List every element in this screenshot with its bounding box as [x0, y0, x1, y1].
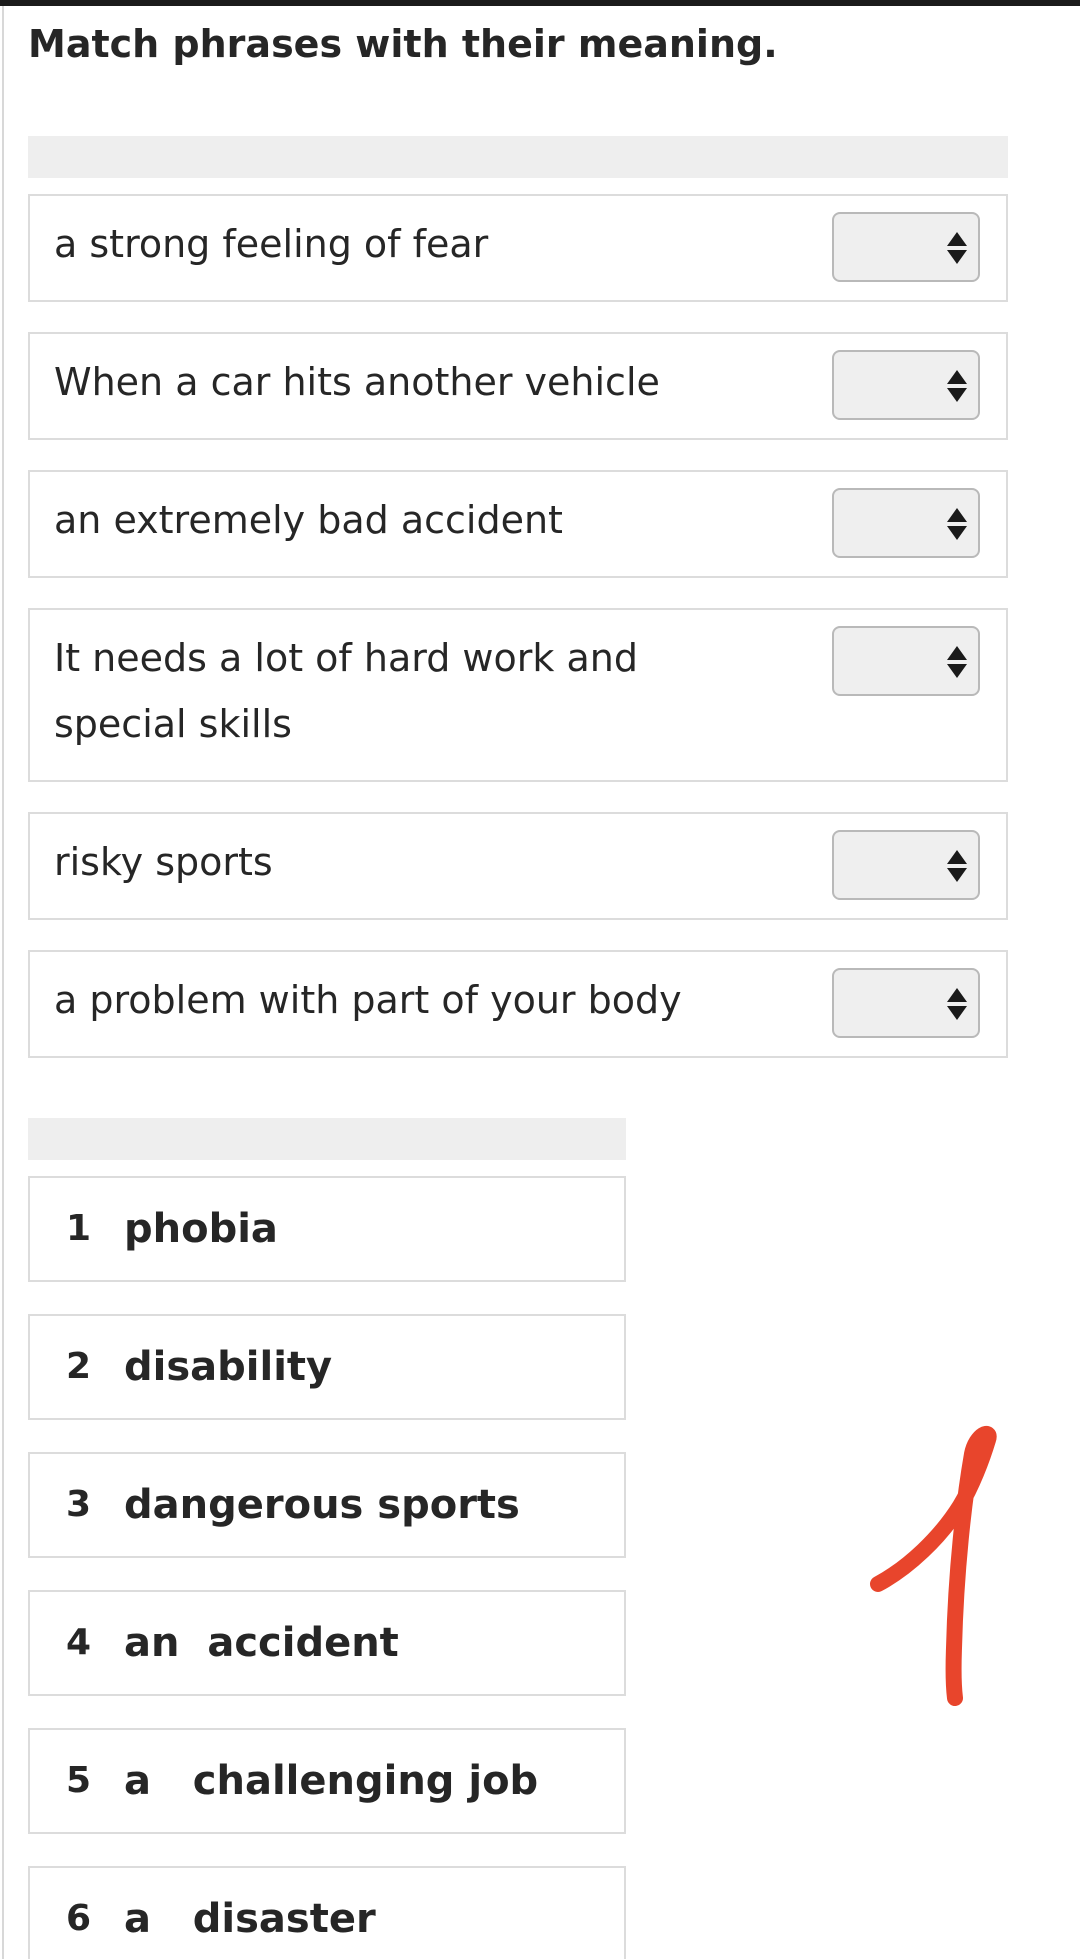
- definition-text: risky sports: [54, 840, 273, 884]
- term-number: 6: [66, 1898, 92, 1939]
- term-text: dangerous sports: [124, 1482, 520, 1528]
- term-item-5[interactable]: 5 a challenging job: [28, 1728, 626, 1834]
- definition-row-5: risky sports: [28, 812, 1008, 920]
- term-text: an accident: [124, 1620, 399, 1666]
- answer-select-6[interactable]: [832, 968, 980, 1038]
- term-number: 3: [66, 1484, 92, 1525]
- definition-row-2: When a car hits another vehicle: [28, 332, 1008, 440]
- up-down-arrows-icon: [947, 850, 967, 882]
- answer-select-5[interactable]: [832, 830, 980, 900]
- definition-row-1: a strong feeling of fear: [28, 194, 1008, 302]
- answer-select-2[interactable]: [832, 350, 980, 420]
- term-text: phobia: [124, 1206, 278, 1252]
- term-item-4[interactable]: 4 an accident: [28, 1590, 626, 1696]
- up-down-arrows-icon: [947, 232, 967, 264]
- left-border: [2, 6, 4, 1959]
- definition-row-6: a problem with part of your body: [28, 950, 1008, 1058]
- term-item-1[interactable]: 1 phobia: [28, 1176, 626, 1282]
- definition-text: It needs a lot of hard work and special …: [54, 636, 638, 746]
- instruction-heading: Match phrases with their meaning.: [28, 22, 778, 66]
- answer-select-4[interactable]: [832, 626, 980, 696]
- term-number: 1: [66, 1208, 92, 1249]
- term-number: 5: [66, 1760, 92, 1801]
- definition-text: a problem with part of your body: [54, 978, 682, 1022]
- term-text: a disaster: [124, 1896, 376, 1942]
- handwritten-one-mark: [870, 1426, 997, 1706]
- up-down-arrows-icon: [947, 370, 967, 402]
- term-text: disability: [124, 1344, 333, 1390]
- definition-text: a strong feeling of fear: [54, 222, 489, 266]
- up-down-arrows-icon: [947, 988, 967, 1020]
- terms-header: [28, 1118, 626, 1160]
- term-item-2[interactable]: 2 disability: [28, 1314, 626, 1420]
- definition-row-3: an extremely bad accident: [28, 470, 1008, 578]
- definitions-header: [28, 136, 1008, 178]
- up-down-arrows-icon: [947, 646, 967, 678]
- definition-text: an extremely bad accident: [54, 498, 563, 542]
- definition-row-4: It needs a lot of hard work and special …: [28, 608, 1008, 782]
- answer-select-3[interactable]: [832, 488, 980, 558]
- up-down-arrows-icon: [947, 508, 967, 540]
- top-bar: [0, 0, 1080, 6]
- term-number: 4: [66, 1622, 92, 1663]
- term-item-3[interactable]: 3 dangerous sports: [28, 1452, 626, 1558]
- term-number: 2: [66, 1346, 92, 1387]
- term-text: a challenging job: [124, 1758, 539, 1804]
- answer-select-1[interactable]: [832, 212, 980, 282]
- term-item-6[interactable]: 6 a disaster: [28, 1866, 626, 1959]
- definition-text: When a car hits another vehicle: [54, 360, 660, 404]
- exercise-page: Match phrases with their meaning. a stro…: [0, 0, 1080, 1959]
